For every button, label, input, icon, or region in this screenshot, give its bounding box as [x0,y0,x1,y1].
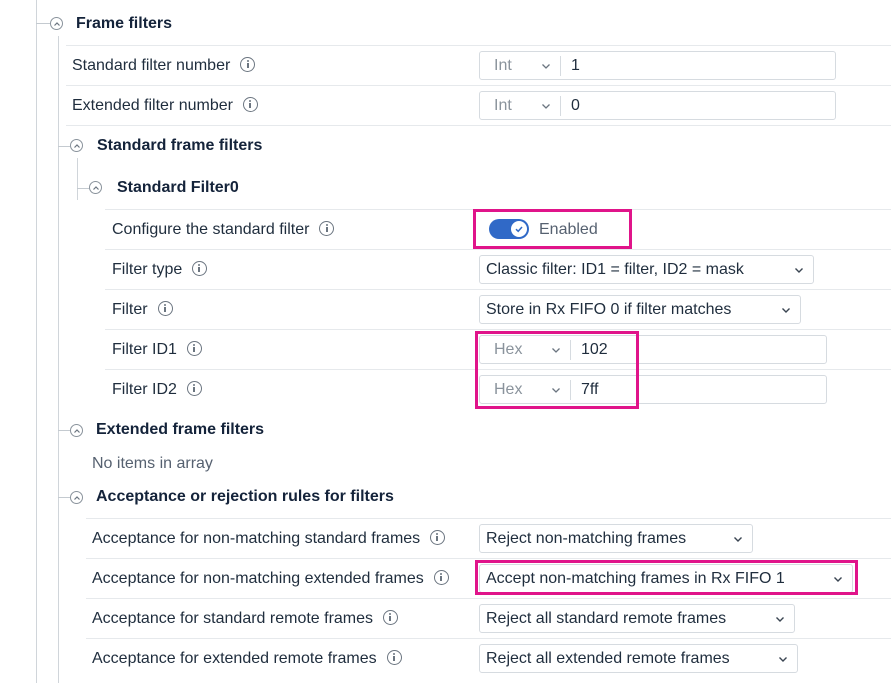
divider [86,518,891,519]
highlight-box [473,209,632,249]
label-text: Filter type [112,261,183,278]
select-value: Classic filter: ID1 = filter, ID2 = mask [486,260,744,278]
type-selector[interactable]: Int [480,97,540,115]
non-matching-extended-label: Acceptance for non-matching extended fra… [92,570,449,588]
standard-filter-number-input[interactable]: 1 [561,57,580,75]
collapse-standard-frame-filters-icon[interactable] [70,139,83,152]
info-icon[interactable] [186,341,202,357]
filter-label: Filter [112,301,173,319]
divider [105,329,891,330]
info-icon[interactable] [433,570,449,586]
standard-filter-number-field[interactable]: Int 1 [479,51,836,80]
tree-branch [58,430,70,431]
label-text: Standard filter number [72,57,231,74]
filter-select[interactable]: Store in Rx FIFO 0 if filter matches [479,295,801,324]
divider [105,249,891,250]
standard-remote-select[interactable]: Reject all standard remote frames [479,604,795,633]
type-selector[interactable]: Int [480,57,540,75]
divider [66,85,891,86]
non-matching-standard-label: Acceptance for non-matching standard fra… [92,530,446,548]
chevron-down-icon [782,307,790,313]
configure-standard-filter-label: Configure the standard filter [112,221,335,239]
label-text: Configure the standard filter [112,221,310,238]
chevron-down-icon [795,267,803,273]
label-text: Filter [112,301,148,318]
label-text: Extended filter number [72,97,233,114]
filter-id2-label: Filter ID2 [112,381,202,399]
collapse-acceptance-rules-icon[interactable] [70,491,83,504]
select-value: Reject all extended remote frames [486,649,730,667]
info-icon[interactable] [383,610,399,626]
frame-filters-title: Frame filters [76,15,173,32]
filter-type-select[interactable]: Classic filter: ID1 = filter, ID2 = mask [479,255,814,284]
label-text: Acceptance for non-matching extended fra… [92,570,424,587]
label-text: Acceptance for non-matching standard fra… [92,530,421,547]
select-value: Reject non-matching frames [486,529,687,547]
extended-filter-number-input[interactable]: 0 [561,97,580,115]
info-icon[interactable] [319,221,335,237]
tree-guide-standard-frame-filters [77,158,78,200]
highlight-box [475,560,858,595]
empty-array-text: No items in array [92,455,213,472]
standard-frame-filters-title: Standard frame filters [97,137,263,154]
chevron-down-icon[interactable] [540,100,552,112]
tree-guide-frame-filters [58,36,59,683]
info-icon[interactable] [186,381,202,397]
label-text: Filter ID1 [112,341,177,358]
divider [105,289,891,290]
non-matching-standard-select[interactable]: Reject non-matching frames [479,524,753,553]
tree-branch [77,188,89,189]
chevron-down-icon [776,616,784,622]
divider [86,598,891,599]
divider [86,558,891,559]
divider [86,638,891,639]
label-text: Acceptance for extended remote frames [92,650,377,667]
info-icon[interactable] [386,650,402,666]
collapse-extended-frame-filters-icon[interactable] [70,424,83,437]
collapse-standard-filter0-icon[interactable] [89,181,102,194]
tree-branch [36,23,50,24]
tree-branch [58,146,70,147]
divider [66,45,891,46]
chevron-down-icon[interactable] [540,60,552,72]
standard-remote-label: Acceptance for standard remote frames [92,610,399,628]
extended-frame-filters-title: Extended frame filters [96,421,265,438]
extended-filter-number-label: Extended filter number [72,97,258,115]
tree-branch [58,497,70,498]
label-text: Filter ID2 [112,381,177,398]
info-icon[interactable] [192,261,208,277]
highlight-box [475,331,639,409]
extended-remote-label: Acceptance for extended remote frames [92,650,402,668]
info-icon[interactable] [430,530,446,546]
select-value: Reject all standard remote frames [486,609,727,627]
info-icon[interactable] [242,97,258,113]
extended-filter-number-field[interactable]: Int 0 [479,91,836,120]
extended-remote-select[interactable]: Reject all extended remote frames [479,644,798,673]
tree-guide-outer [36,0,37,683]
info-icon[interactable] [157,301,173,317]
filter-id1-label: Filter ID1 [112,341,202,359]
chevron-down-icon [734,536,742,542]
chevron-down-icon [779,656,787,662]
select-value: Store in Rx FIFO 0 if filter matches [486,300,732,318]
standard-filter-number-label: Standard filter number [72,57,256,75]
standard-filter0-title: Standard Filter0 [117,179,239,196]
collapse-frame-filters-icon[interactable] [50,17,63,30]
filter-type-label: Filter type [112,261,208,279]
acceptance-rules-title: Acceptance or rejection rules for filter… [96,488,394,505]
info-icon[interactable] [240,57,256,73]
label-text: Acceptance for standard remote frames [92,610,374,627]
divider [66,125,891,126]
